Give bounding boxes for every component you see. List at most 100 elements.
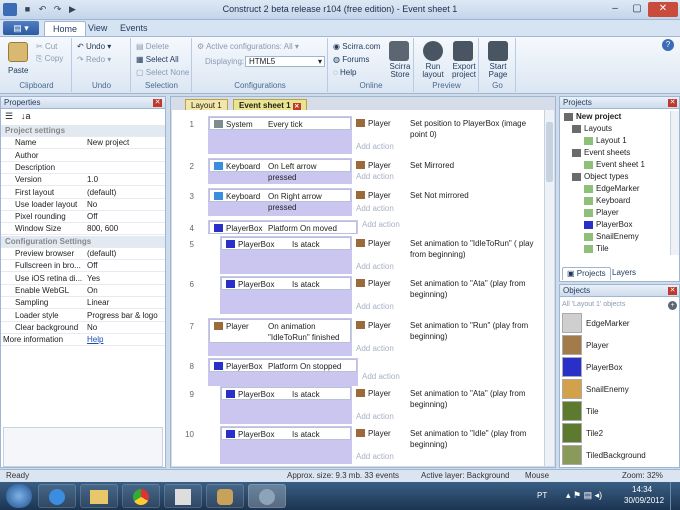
condition[interactable]: PlayerBox Is atack bbox=[221, 427, 351, 440]
property-value[interactable]: Progress bar & logo bbox=[87, 310, 158, 321]
add-action-link[interactable]: Add action bbox=[356, 452, 394, 461]
add-action-link[interactable]: Add action bbox=[356, 262, 394, 271]
paste-button[interactable]: Paste bbox=[8, 66, 28, 75]
close-button[interactable]: ✕ bbox=[648, 2, 678, 17]
event-row[interactable]: 6 PlayerBox Is atack Player Set animation to… bbox=[172, 276, 542, 316]
start-button[interactable] bbox=[6, 484, 32, 508]
object-item[interactable]: Tile2 bbox=[562, 423, 672, 444]
projects-scrollbar[interactable] bbox=[670, 111, 679, 255]
property-row[interactable]: Name New project bbox=[1, 137, 165, 150]
forums-link[interactable]: ◍ Forums bbox=[333, 55, 369, 64]
condition[interactable]: Player On animation "IdleToRun" finished bbox=[209, 319, 351, 343]
property-value[interactable]: (default) bbox=[87, 248, 116, 259]
tree-item[interactable]: PlayerBox bbox=[584, 219, 632, 231]
property-row[interactable]: Version 1.0 bbox=[1, 174, 165, 187]
select-all-button[interactable]: ▦ Select All bbox=[136, 55, 179, 64]
add-action-link[interactable]: Add action bbox=[362, 372, 400, 381]
add-action-link[interactable]: Add action bbox=[362, 220, 400, 229]
construct2-taskbar-icon[interactable] bbox=[248, 484, 286, 508]
property-row[interactable]: Sampling Linear bbox=[1, 297, 165, 310]
event-row[interactable]: 7 Player On animation "IdleToRun" finished… bbox=[172, 318, 542, 358]
tree-item[interactable]: Event sheet 1 bbox=[584, 159, 645, 171]
property-value[interactable]: Yes bbox=[87, 273, 100, 284]
add-action-link[interactable]: Add action bbox=[356, 412, 394, 421]
property-value[interactable]: No bbox=[87, 199, 97, 210]
select-none-button[interactable]: ▢ Select None bbox=[136, 68, 189, 77]
cut-button[interactable]: ✂ Cut bbox=[36, 42, 57, 51]
redo-button[interactable]: ↷ Redo ▾ bbox=[77, 55, 111, 64]
scirra-link[interactable]: ◉ Scirra.com bbox=[333, 42, 380, 51]
clock-date[interactable]: 30/09/2012 bbox=[624, 496, 664, 505]
tab-layers[interactable]: Layers bbox=[608, 267, 640, 280]
help-link[interactable]: ◌ Help bbox=[333, 68, 356, 77]
condition[interactable]: PlayerBox Platform On stopped bbox=[209, 359, 357, 372]
condition[interactable]: PlayerBox Platform On moved bbox=[209, 221, 357, 234]
object-item[interactable]: SnailEnemy bbox=[562, 379, 672, 400]
event-row[interactable]: 2 Keyboard On Left arrow pressed Player Set … bbox=[172, 158, 542, 186]
property-value[interactable]: Off bbox=[87, 260, 98, 271]
property-value[interactable]: Help bbox=[87, 334, 103, 345]
property-value[interactable]: (default) bbox=[87, 187, 116, 198]
event-row[interactable]: 5 PlayerBox Is atack Player Set animation to… bbox=[172, 236, 542, 276]
tree-item[interactable]: Event sheets bbox=[572, 147, 630, 159]
event-sheet-scrollbar[interactable] bbox=[544, 110, 554, 466]
add-action-link[interactable]: Add action bbox=[356, 204, 394, 213]
show-desktop-button[interactable] bbox=[670, 482, 680, 510]
condition[interactable]: Keyboard On Left arrow pressed bbox=[209, 159, 351, 182]
file-menu-button[interactable]: ▤ ▾ bbox=[3, 21, 39, 35]
property-row[interactable]: Fullscreen in bro... Off bbox=[1, 260, 165, 273]
event-row[interactable]: 9 PlayerBox Is atack Player Set animation to… bbox=[172, 386, 542, 426]
tree-item[interactable]: Object types bbox=[572, 171, 628, 183]
property-value[interactable]: 1.0 bbox=[87, 174, 98, 185]
delete-button[interactable]: ▤ Delete bbox=[136, 42, 169, 51]
paint-taskbar-icon[interactable] bbox=[206, 484, 244, 508]
ribbon-help-icon[interactable]: ? bbox=[662, 39, 674, 51]
active-configurations-dropdown[interactable]: ⚙ Active configurations: All ▾ bbox=[197, 42, 299, 51]
language-indicator[interactable]: PT bbox=[537, 491, 547, 500]
minimize-button[interactable]: – bbox=[604, 2, 626, 17]
chrome-taskbar-icon[interactable] bbox=[122, 484, 160, 508]
scrollbar-thumb[interactable] bbox=[546, 122, 553, 182]
add-object-icon[interactable]: + bbox=[668, 301, 677, 310]
tree-item[interactable]: Tile bbox=[584, 243, 609, 255]
event-row[interactable]: 8 PlayerBox Platform On stopped Add action bbox=[172, 358, 542, 386]
tree-item[interactable]: SnailEnemy bbox=[584, 231, 639, 243]
tab-view[interactable]: View bbox=[80, 21, 115, 36]
objects-filter[interactable]: All 'Layout 1' objects bbox=[562, 301, 625, 308]
add-action-link[interactable]: Add action bbox=[356, 302, 394, 311]
tree-item[interactable]: Keyboard bbox=[584, 195, 630, 207]
object-item[interactable]: Player bbox=[562, 335, 672, 356]
condition[interactable]: PlayerBox Is atack bbox=[221, 387, 351, 400]
tree-item[interactable]: Player bbox=[584, 207, 619, 219]
property-value[interactable]: On bbox=[87, 285, 98, 296]
maximize-button[interactable]: ▢ bbox=[626, 2, 648, 17]
displaying-select[interactable]: HTML5 ▾ bbox=[245, 56, 325, 67]
tab-events[interactable]: Events bbox=[112, 21, 156, 36]
export-project-button[interactable]: Export project bbox=[449, 63, 479, 79]
object-item[interactable]: EdgeMarker bbox=[562, 313, 672, 334]
property-value[interactable]: Linear bbox=[87, 297, 109, 308]
properties-close-icon[interactable]: ✕ bbox=[153, 99, 162, 107]
property-value[interactable]: Off bbox=[87, 211, 98, 222]
clock-time[interactable]: 14:34 bbox=[632, 485, 652, 494]
property-row[interactable]: Use iOS retina di... Yes bbox=[1, 273, 165, 285]
property-row[interactable]: First layout (default) bbox=[1, 187, 165, 199]
add-action-link[interactable]: Add action bbox=[356, 344, 394, 353]
property-row[interactable]: Preview browser (default) bbox=[1, 248, 165, 260]
undo-button[interactable]: ↶ Undo ▾ bbox=[77, 42, 111, 51]
ie-taskbar-icon[interactable] bbox=[38, 484, 76, 508]
condition[interactable]: Keyboard On Right arrow pressed bbox=[209, 189, 351, 212]
property-section[interactable]: Project settings bbox=[1, 125, 165, 137]
property-row[interactable]: Enable WebGL On bbox=[1, 285, 165, 297]
property-row[interactable]: Window Size 800, 600 bbox=[1, 223, 165, 236]
property-row[interactable]: More information Help bbox=[1, 334, 165, 347]
property-row[interactable]: Clear background No bbox=[1, 322, 165, 334]
media-taskbar-icon[interactable] bbox=[164, 484, 202, 508]
object-item[interactable]: TiledBackground bbox=[562, 445, 672, 466]
property-row[interactable]: Loader style Progress bar & logo bbox=[1, 310, 165, 322]
condition[interactable]: PlayerBox Is atack bbox=[221, 277, 351, 290]
object-item[interactable]: Tile bbox=[562, 401, 672, 422]
property-section[interactable]: Configuration Settings bbox=[1, 235, 165, 248]
start-page-button[interactable]: Start Page bbox=[484, 63, 512, 79]
tree-item[interactable]: EdgeMarker bbox=[584, 183, 640, 195]
